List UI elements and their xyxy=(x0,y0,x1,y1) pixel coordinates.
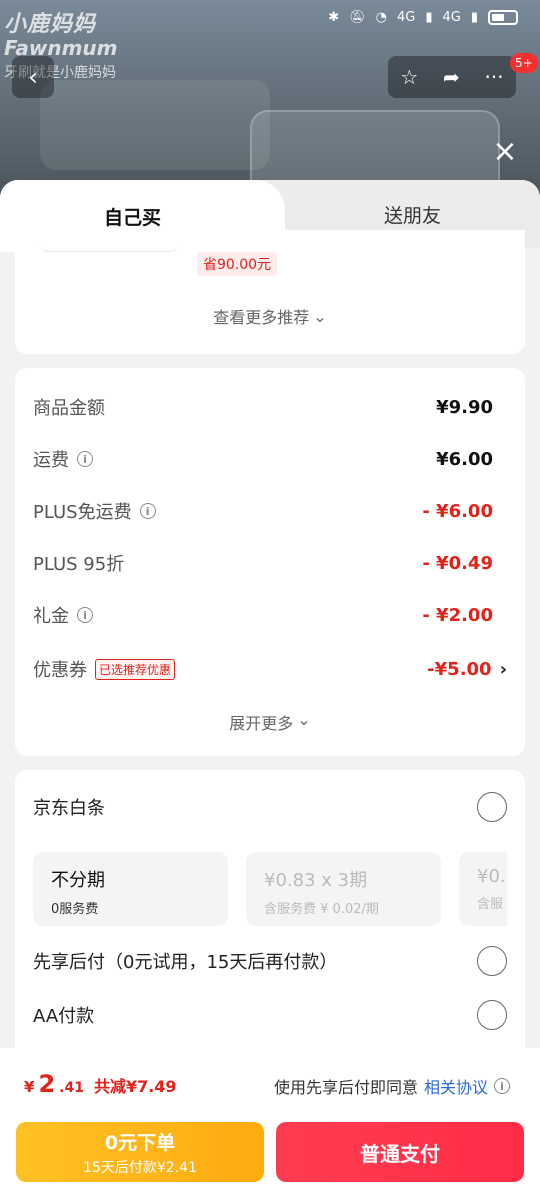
product-tray-shape xyxy=(40,80,270,170)
installment-option: ¥0.83 x 3期 含服务费 ¥ 0.02/期 xyxy=(246,852,441,926)
installment-title: ¥0. xyxy=(477,866,506,887)
installment-sub: 含服务费 ¥ 0.02/期 xyxy=(264,902,379,917)
radio-button[interactable] xyxy=(477,946,507,976)
star-icon[interactable]: ☆ xyxy=(400,65,418,89)
payment-label: 京东白条 xyxy=(33,798,105,819)
signal-icon: ▮ xyxy=(470,10,478,25)
info-icon[interactable]: i xyxy=(494,1078,510,1094)
notification-badge: 5+ xyxy=(510,53,538,73)
installment-sub: 含服 xyxy=(477,897,504,912)
price-value: -¥5.00 xyxy=(427,658,492,680)
price-row-coupon[interactable]: 优惠券 已选推荐优惠 -¥5.00 › xyxy=(33,654,507,684)
radio-button[interactable] xyxy=(477,1000,507,1030)
coupon-value-wrap: -¥5.00 › xyxy=(427,659,507,680)
agreement-link[interactable]: 相关协议 xyxy=(424,1074,488,1098)
radio-button[interactable] xyxy=(477,792,507,822)
price-value: - ¥6.00 xyxy=(422,500,493,522)
network-label: 4G xyxy=(396,10,416,25)
share-icon[interactable]: ➦ xyxy=(443,65,460,89)
checkout-sheet: 送朋友 自己买 省90.00元 查看更多推荐 ⌄ 商品金额 ¥9.90 运费 i … xyxy=(0,180,540,1200)
price-label: 商品金额 xyxy=(33,398,105,419)
total-amount-int: 2 xyxy=(38,1070,56,1098)
currency-symbol: ¥ xyxy=(24,1078,35,1096)
installment-sub: 0服务费 xyxy=(51,902,99,917)
bluetooth-icon: ✱ xyxy=(328,10,340,25)
signal-icon: ▮ xyxy=(425,10,433,25)
info-icon[interactable]: i xyxy=(139,503,156,519)
more-recommend-label: 查看更多推荐 xyxy=(213,308,310,327)
payment-option-pay-later[interactable]: 先享后付（0元试用，15天后再付款） xyxy=(33,946,507,976)
coupon-selected-tag: 已选推荐优惠 xyxy=(95,658,176,680)
price-label: PLUS 95折 xyxy=(33,554,125,575)
zero-order-button[interactable]: 0元下单 15天后付款¥2.41 xyxy=(16,1122,264,1182)
mute-icon: 🔕︎ xyxy=(349,10,366,25)
payment-option-aa[interactable]: AA付款 xyxy=(33,1000,507,1030)
price-row-plus-free-shipping: PLUS免运费 i - ¥6.00 xyxy=(33,496,507,526)
chevron-right-icon: › xyxy=(499,658,507,680)
more-icon[interactable]: ··· xyxy=(485,65,504,89)
price-value: ¥6.00 xyxy=(436,448,493,470)
price-row-gift-money: 礼金 i - ¥2.00 xyxy=(33,600,507,630)
price-label: 运费 xyxy=(33,450,69,471)
chevron-left-icon: ‹ xyxy=(28,63,38,91)
close-button[interactable]: × xyxy=(488,133,522,169)
agreement-line: 使用先享后付即同意 相关协议 i xyxy=(274,1074,510,1098)
chevron-down-icon: ⌄ xyxy=(313,306,327,326)
expand-more-label: 展开更多 xyxy=(229,714,294,733)
total-reduce: 共减¥7.49 xyxy=(93,1077,177,1096)
price-row-goods: 商品金额 ¥9.90 xyxy=(33,392,507,422)
top-actions: ☆ ➦ ··· xyxy=(388,56,516,98)
installment-options: 不分期 0服务费 ¥0.83 x 3期 含服务费 ¥ 0.02/期 ¥0. 含服 xyxy=(33,852,507,928)
price-value: ¥9.90 xyxy=(436,396,493,418)
installment-title: 不分期 xyxy=(51,870,105,891)
close-icon: × xyxy=(492,133,518,169)
zero-order-title: 0元下单 xyxy=(104,1132,176,1154)
agreement-text: 使用先享后付即同意 xyxy=(273,1078,418,1097)
watermark-brand-cn: 小鹿妈妈 xyxy=(4,12,97,37)
payment-label: 先享后付（0元试用，15天后再付款） xyxy=(33,952,338,973)
price-value: - ¥0.49 xyxy=(422,552,493,574)
info-icon[interactable]: i xyxy=(77,607,93,623)
status-bar: ✱ 🔕︎ ◔ 4G ▮ 4G ▮ xyxy=(328,10,518,25)
battery-icon xyxy=(488,10,518,25)
zero-order-sub: 15天后付款¥2.41 xyxy=(83,1160,197,1176)
payment-methods-card: 京东白条 不分期 0服务费 ¥0.83 x 3期 含服务费 ¥ 0.02/期 ¥… xyxy=(15,770,525,1070)
normal-pay-button[interactable]: 普通支付 xyxy=(276,1122,524,1182)
installment-option[interactable]: 不分期 0服务费 xyxy=(33,852,228,926)
wifi-icon: ◔ xyxy=(375,10,387,25)
bottom-action-bar: ¥ 2 .41 共减¥7.49 使用先享后付即同意 相关协议 i 0元下单 15天… xyxy=(0,1048,540,1200)
payment-option-baitiao[interactable]: 京东白条 xyxy=(33,792,507,822)
chevron-down-icon: ⌄ xyxy=(297,710,311,729)
back-button[interactable]: ‹ xyxy=(12,56,54,98)
price-row-shipping: 运费 i ¥6.00 xyxy=(33,444,507,474)
payment-label: AA付款 xyxy=(33,1006,95,1027)
installment-option: ¥0. 含服 xyxy=(459,852,507,926)
more-recommend-button[interactable]: 查看更多推荐 ⌄ xyxy=(15,304,525,328)
info-icon[interactable]: i xyxy=(77,451,93,467)
recommend-item-edge xyxy=(39,230,179,252)
total-price: ¥ 2 .41 共减¥7.49 xyxy=(24,1070,177,1098)
price-label: 优惠券 xyxy=(33,660,87,681)
recommend-card: 省90.00元 查看更多推荐 ⌄ xyxy=(15,230,525,354)
price-label: PLUS免运费 xyxy=(33,502,132,523)
price-breakdown-card: 商品金额 ¥9.90 运费 i ¥6.00 PLUS免运费 i - ¥6.00 PL… xyxy=(15,368,525,756)
expand-more-button[interactable]: 展开更多 ⌄ xyxy=(15,710,525,734)
network-label-2: 4G xyxy=(442,10,461,25)
installment-title: ¥0.83 x 3期 xyxy=(264,870,368,891)
save-tag: 省90.00元 xyxy=(197,252,278,276)
price-label: 礼金 xyxy=(33,606,69,627)
total-amount-dec: .41 xyxy=(59,1080,84,1096)
price-value: - ¥2.00 xyxy=(422,604,493,626)
price-row-plus-discount: PLUS 95折 - ¥0.49 xyxy=(33,548,507,578)
